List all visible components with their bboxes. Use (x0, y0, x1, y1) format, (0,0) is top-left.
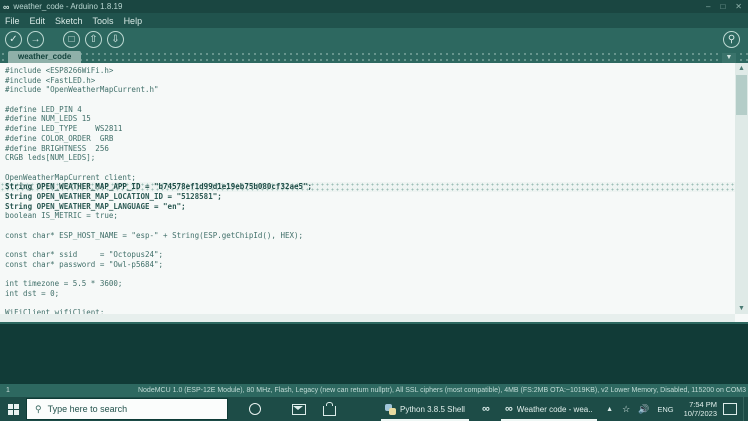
action-center-icon[interactable] (723, 403, 737, 415)
code-line[interactable]: int timezone = 5.5 * 3600; (5, 279, 734, 289)
save-icon: ⇩ (111, 34, 120, 45)
minimize-button[interactable]: – (706, 2, 710, 11)
store-icon (322, 401, 336, 416)
arduino-icon: ∞ (504, 403, 513, 415)
taskbar-button-weather-code[interactable]: ∞ Weather code - wea... (498, 397, 600, 421)
window-title: weather_code - Arduino 1.8.19 (13, 2, 123, 11)
tray-chevron-up-icon[interactable]: ▲ (606, 406, 613, 413)
save-sketch-button[interactable]: ⇩ (107, 31, 124, 48)
arduino-logo-icon: ∞ (3, 1, 10, 12)
code-line[interactable] (5, 240, 734, 250)
mail-icon (292, 403, 306, 415)
code-line[interactable] (5, 269, 734, 279)
horizontal-scrollbar[interactable] (0, 314, 735, 322)
menu-edit[interactable]: Edit (25, 16, 51, 26)
code-line[interactable] (5, 299, 734, 309)
code-line[interactable]: CRGB leds[NUM_LEDS]; (5, 153, 734, 163)
code-line[interactable]: const char* ESP_HOST_NAME = "esp-" + Str… (5, 231, 734, 241)
code-line[interactable]: #define LED_TYPE WS2811 (5, 124, 734, 134)
windows-logo-icon (7, 403, 19, 415)
title-bar: ∞ weather_code - Arduino 1.8.19 – □ ✕ (0, 0, 748, 13)
start-button[interactable] (0, 397, 26, 421)
code-line[interactable]: OpenWeatherMapCurrent client; (5, 173, 734, 183)
code-line[interactable]: #include "OpenWeatherMapCurrent.h" (5, 85, 734, 95)
tab-weather-code[interactable]: weather_code (8, 51, 82, 63)
verify-button[interactable]: ✓ (5, 31, 22, 48)
code-line[interactable] (5, 163, 734, 173)
menu-tools[interactable]: Tools (88, 16, 119, 26)
code-line[interactable]: #include <FastLED.h> (5, 76, 734, 86)
open-sketch-button[interactable]: ⇧ (85, 31, 102, 48)
code-line[interactable]: const char* password = "Owl-p5684"; (5, 260, 734, 270)
code-line[interactable] (5, 95, 734, 105)
taskbar-button-python[interactable]: Python 3.8.5 Shell (378, 397, 472, 421)
system-tray: ▲ ☆ 🔊 ENG 7:54 PM 10/7/2023 (601, 397, 748, 421)
arduino-ide-window: ∞ weather_code - Arduino 1.8.19 – □ ✕ Fi… (0, 0, 748, 421)
python-icon (385, 403, 396, 415)
arduino-icon: ∞ (482, 403, 490, 415)
code-line[interactable]: int dst = 0; (5, 289, 734, 299)
cortana-icon (249, 403, 261, 415)
code-line[interactable]: const char* ssid = "Octopus24"; (5, 250, 734, 260)
output-console (0, 322, 748, 386)
board-info-text: NodeMCU 1.0 (ESP-12E Module), 80 MHz, Fl… (137, 387, 746, 394)
menu-file[interactable]: File (0, 16, 25, 26)
menu-bar: File Edit Sketch Tools Help (0, 13, 748, 28)
taskbar-button-label: Weather code - wea... (516, 404, 593, 414)
search-icon: ⚲ (35, 403, 42, 414)
code-editor[interactable]: #include <ESP8266WiFi.h> #include <FastLE… (0, 63, 748, 322)
clock-time: 7:54 PM (689, 400, 717, 409)
magnifier-icon: ⚲ (727, 34, 736, 45)
scrollbar-thumb[interactable] (736, 75, 747, 115)
close-button[interactable]: ✕ (735, 2, 742, 11)
network-icon[interactable]: ☆ (622, 404, 630, 415)
code-line[interactable]: #define LED_PIN 4 (5, 105, 734, 115)
code-line[interactable] (5, 221, 734, 231)
code-line[interactable]: #define NUM_LEDS 15 (5, 114, 734, 124)
code-line[interactable]: #define COLOR_ORDER GRB (5, 134, 734, 144)
code-line-selected[interactable]: String OPEN_WEATHER_MAP_APP_ID = "b74578… (0, 182, 748, 192)
cursor-line-number: 1 (6, 387, 10, 394)
mail-app-button[interactable] (284, 397, 314, 421)
clock-date: 10/7/2023 (683, 409, 717, 418)
open-file-icon: ⇧ (89, 34, 98, 45)
taskbar-search-input[interactable]: ⚲ Type here to search (26, 398, 228, 420)
menu-help[interactable]: Help (119, 16, 148, 26)
code-line[interactable]: String OPEN_WEATHER_MAP_LANGUAGE = "en"; (5, 202, 734, 212)
upload-button[interactable]: → (27, 31, 44, 48)
tab-list-button[interactable]: ▼ (722, 53, 736, 63)
code-area[interactable]: #include <ESP8266WiFi.h> #include <FastLE… (0, 66, 748, 318)
show-desktop-button[interactable] (743, 397, 748, 421)
code-line[interactable]: boolean IS_METRIC = true; (5, 211, 734, 221)
right-arrow-icon: → (30, 34, 41, 45)
new-file-icon: □ (68, 34, 75, 45)
check-icon: ✓ (9, 34, 18, 45)
windows-taskbar: ⚲ Type here to search Python 3.8.5 Shell… (0, 397, 748, 421)
menu-sketch[interactable]: Sketch (50, 16, 88, 26)
serial-monitor-button[interactable]: ⚲ (723, 31, 740, 48)
new-sketch-button[interactable]: □ (63, 31, 80, 48)
store-app-button[interactable] (314, 397, 344, 421)
taskbar-button-label: Python 3.8.5 Shell (400, 404, 465, 414)
language-indicator[interactable]: ENG (657, 405, 673, 414)
arduino-pinned-button[interactable]: ∞ (478, 397, 498, 421)
scroll-down-icon[interactable]: ▼ (735, 303, 748, 314)
taskbar-clock[interactable]: 7:54 PM 10/7/2023 (684, 400, 717, 418)
code-line[interactable]: String OPEN_WEATHER_MAP_LOCATION_ID = "5… (5, 192, 734, 202)
code-line[interactable]: #include <ESP8266WiFi.h> (5, 66, 734, 76)
vertical-scrollbar[interactable]: ▲ ▼ (735, 63, 748, 314)
search-placeholder: Type here to search (47, 404, 128, 414)
cortana-button[interactable] (240, 397, 270, 421)
toolbar: ✓ → □ ⇧ ⇩ ⚲ (0, 28, 748, 51)
tab-strip: weather_code ▼ (0, 51, 748, 63)
status-bar: 1 NodeMCU 1.0 (ESP-12E Module), 80 MHz, … (0, 384, 748, 397)
volume-icon[interactable]: 🔊 (638, 404, 649, 415)
scroll-up-icon[interactable]: ▲ (735, 63, 748, 74)
maximize-button[interactable]: □ (720, 2, 725, 11)
code-line[interactable]: #define BRIGHTNESS 256 (5, 144, 734, 154)
